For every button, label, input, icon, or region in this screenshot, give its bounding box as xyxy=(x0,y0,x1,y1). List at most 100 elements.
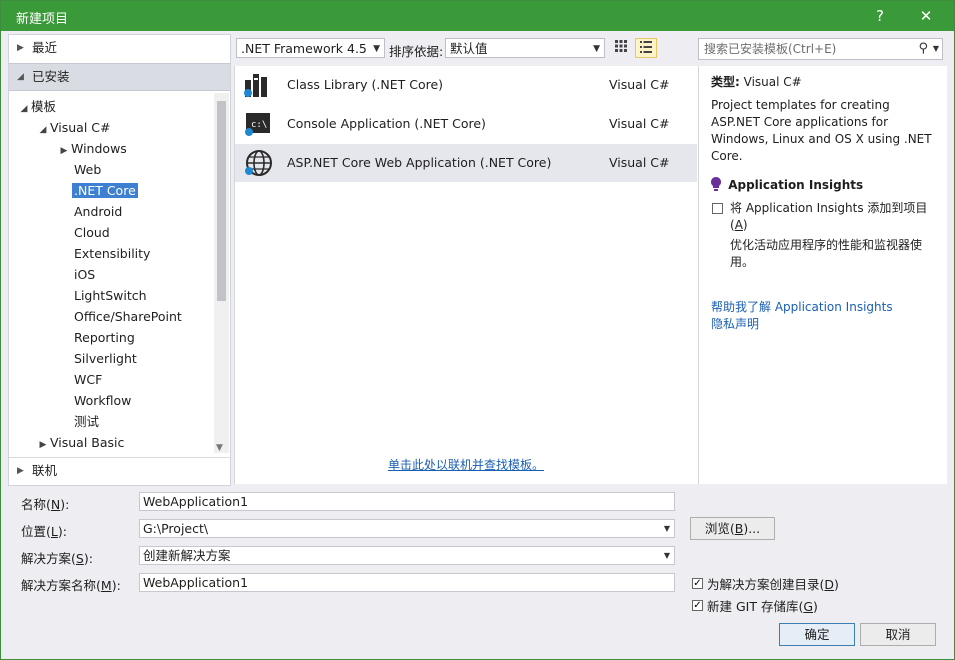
location-value: G:\Project\ xyxy=(143,521,209,536)
tree-item-silverlight[interactable]: Silverlight xyxy=(74,349,137,369)
section-installed[interactable]: ◢ 已安装 xyxy=(9,63,230,91)
tree-item-windows[interactable]: ▶ Windows xyxy=(57,139,127,159)
template-row-aspnet-core-web[interactable]: ASP.NET Core Web Application (.NET Core)… xyxy=(235,144,697,182)
title-bar: 新建项目 ? ✕ xyxy=(1,1,954,31)
collapse-icon: ◢ xyxy=(39,125,47,135)
lightbulb-icon xyxy=(711,177,725,192)
tree-item-cloud[interactable]: Cloud xyxy=(74,223,110,243)
application-insights-heading: Application Insights xyxy=(711,177,863,192)
collapse-icon: ◢ xyxy=(20,104,28,114)
scroll-down-icon[interactable]: ▼ xyxy=(216,443,223,453)
tree-scrollbar[interactable]: ▼ xyxy=(214,93,229,453)
type-label: 类型: xyxy=(711,75,740,89)
tree-item-extensibility[interactable]: Extensibility xyxy=(74,244,150,264)
template-toolbar: .NET Framework 4.5 ▼ 排序依据: 默认值 ▼ 搜索已安装模板… xyxy=(236,38,948,62)
new-project-dialog: 新建项目 ? ✕ ▶ 最近 ◢ 已安装 ◢ 模板 ◢ Visual C# ▶ Wind… xyxy=(0,0,955,660)
checkbox-checked[interactable]: ✓ xyxy=(692,578,703,589)
add-ai-label: 将 Application Insights 添加到项目(A) xyxy=(730,201,928,232)
chevron-down-icon[interactable]: ▼ xyxy=(664,547,670,564)
tree-label: Visual C# xyxy=(50,120,111,135)
tree-item-reporting[interactable]: Reporting xyxy=(74,328,135,348)
template-language: Visual C# xyxy=(609,155,670,170)
solution-value: 创建新解决方案 xyxy=(143,548,231,563)
template-details-panel: 类型: Visual C# Project templates for crea… xyxy=(698,66,947,484)
ai-help-link[interactable]: 帮助我了解 Application Insights xyxy=(711,298,893,315)
tree-item-dotnet-core[interactable]: .NET Core xyxy=(72,181,138,201)
scrollbar-thumb[interactable] xyxy=(217,101,226,301)
chevron-down-icon: ▼ xyxy=(593,44,600,54)
help-button[interactable]: ? xyxy=(859,1,901,31)
solution-name-label: 解决方案名称(M): xyxy=(21,578,121,593)
tree-item-ios[interactable]: iOS xyxy=(74,265,95,285)
tree-item-test[interactable]: 测试 xyxy=(74,412,99,432)
find-templates-online-link[interactable]: 单击此处以联机并查找模板。 xyxy=(388,456,544,473)
checkbox-unchecked[interactable] xyxy=(712,203,723,214)
project-name-input[interactable]: WebApplication1 xyxy=(139,492,675,511)
template-language: Visual C# xyxy=(609,116,670,131)
tree-item-visual-csharp[interactable]: ◢ Visual C# xyxy=(36,118,111,138)
create-directory-checkbox[interactable]: ✓ 为解决方案创建目录(D) xyxy=(692,574,839,593)
expand-right-icon: ▶ xyxy=(39,440,47,450)
search-placeholder: 搜索已安装模板(Ctrl+E) xyxy=(704,42,837,56)
cancel-button[interactable]: 取消 xyxy=(860,623,936,646)
section-online[interactable]: ▶ 联机 xyxy=(9,457,230,484)
chevron-down-icon[interactable]: ▼ xyxy=(933,39,939,59)
chevron-down-icon: ▼ xyxy=(373,44,380,54)
solution-select[interactable]: 创建新解决方案 ▼ xyxy=(139,546,675,565)
tree-label: 模板 xyxy=(31,99,57,114)
framework-select[interactable]: .NET Framework 4.5 ▼ xyxy=(236,38,385,58)
search-icon[interactable]: ⚲ xyxy=(918,39,928,59)
framework-value: .NET Framework 4.5 xyxy=(241,41,367,56)
privacy-link[interactable]: 隐私声明 xyxy=(711,315,759,332)
template-categories-panel: ▶ 最近 ◢ 已安装 ◢ 模板 ◢ Visual C# ▶ Windows Web .… xyxy=(8,34,231,486)
expand-right-icon: ▶ xyxy=(60,146,68,156)
expand-right-icon: ▶ xyxy=(17,466,24,476)
sort-label: 排序依据: xyxy=(389,44,444,59)
ok-button[interactable]: 确定 xyxy=(779,623,855,646)
template-row-class-library[interactable]: Class Library (.NET Core) Visual C# xyxy=(235,66,697,104)
tree-item-office-sharepoint[interactable]: Office/SharePoint xyxy=(74,307,182,327)
solution-label: 解决方案(S): xyxy=(21,551,93,566)
create-directory-label: 为解决方案创建目录(D) xyxy=(707,577,839,592)
ai-title: Application Insights xyxy=(728,178,864,192)
location-input[interactable]: G:\Project\ ▼ xyxy=(139,519,675,538)
ai-description: 优化活动应用程序的性能和监视器使用。 xyxy=(730,238,923,269)
section-installed-label: 已安装 xyxy=(32,69,70,84)
create-git-label: 新建 GIT 存储库(G) xyxy=(707,599,818,614)
tree-item-lightswitch[interactable]: LightSwitch xyxy=(74,286,147,306)
template-description: Project templates for creating ASP.NET C… xyxy=(711,98,932,163)
chevron-down-icon[interactable]: ▼ xyxy=(664,520,670,537)
tree-label: Windows xyxy=(71,141,127,156)
tree-item-visual-basic[interactable]: ▶ Visual Basic xyxy=(36,433,125,453)
collapse-icon: ◢ xyxy=(17,72,24,82)
section-recent[interactable]: ▶ 最近 xyxy=(9,35,230,61)
sort-select[interactable]: 默认值 ▼ xyxy=(445,38,605,58)
section-online-label: 联机 xyxy=(32,463,58,478)
close-button[interactable]: ✕ xyxy=(905,1,947,31)
create-git-checkbox[interactable]: ✓ 新建 GIT 存储库(G) xyxy=(692,596,818,615)
template-language: Visual C# xyxy=(609,77,670,92)
tree-label: Visual Basic xyxy=(50,435,125,450)
expand-right-icon: ▶ xyxy=(17,43,24,53)
section-recent-label: 最近 xyxy=(32,40,58,55)
type-value: Visual C# xyxy=(743,75,802,89)
template-row-console-app[interactable]: c:\ Console Application (.NET Core) Visu… xyxy=(235,105,697,143)
list-view-icon[interactable] xyxy=(635,38,657,58)
tree-item-wcf[interactable]: WCF xyxy=(74,370,102,390)
location-label: 位置(L): xyxy=(21,524,67,539)
template-name: ASP.NET Core Web Application (.NET Core) xyxy=(287,155,552,170)
tree-item-android[interactable]: Android xyxy=(74,202,122,222)
browse-button[interactable]: 浏览(B)... xyxy=(690,517,775,540)
tree-item-workflow[interactable]: Workflow xyxy=(74,391,131,411)
name-label: 名称(N): xyxy=(21,497,70,512)
window-title: 新建项目 xyxy=(16,12,69,27)
class-library-icon xyxy=(243,71,273,99)
template-search-input[interactable]: 搜索已安装模板(Ctrl+E) ⚲ ▼ xyxy=(698,38,943,60)
tree-item-web[interactable]: Web xyxy=(74,160,101,180)
grid-view-icon[interactable] xyxy=(610,38,632,58)
tree-item-templates[interactable]: ◢ 模板 xyxy=(17,97,56,117)
globe-icon xyxy=(243,149,273,177)
tree-label: .NET Core xyxy=(72,183,138,198)
solution-name-input[interactable]: WebApplication1 xyxy=(139,573,675,592)
checkbox-checked[interactable]: ✓ xyxy=(692,600,703,611)
